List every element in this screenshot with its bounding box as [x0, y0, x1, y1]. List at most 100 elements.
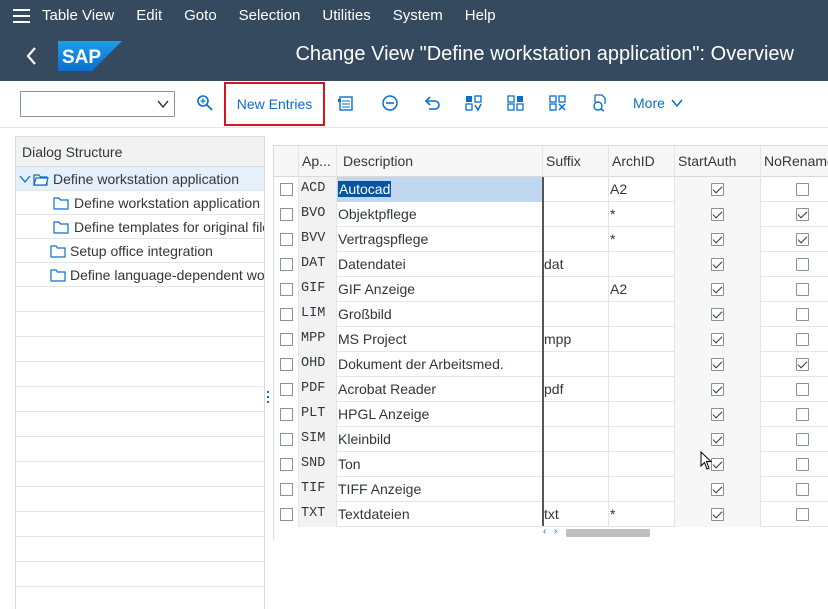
cell-description[interactable]: HPGL Anzeige — [337, 402, 543, 427]
cell-suffix[interactable]: pdf — [543, 377, 609, 402]
table-row[interactable]: PDF Acrobat Reader pdf — [274, 377, 828, 402]
row-select-checkbox[interactable] — [280, 408, 293, 421]
menu-goto[interactable]: Goto — [184, 0, 217, 31]
norename-checkbox[interactable] — [796, 508, 809, 521]
row-select-checkbox[interactable] — [280, 433, 293, 446]
cell-archid[interactable] — [609, 327, 675, 352]
cell-suffix[interactable] — [543, 302, 609, 327]
cell-description[interactable]: Ton — [337, 452, 543, 477]
norename-checkbox[interactable] — [796, 483, 809, 496]
table-row[interactable]: SIM Kleinbild — [274, 427, 828, 452]
cell-description[interactable]: Acrobat Reader — [337, 377, 543, 402]
column-header-norename[interactable]: NoRename — [761, 146, 828, 177]
startauth-checkbox[interactable] — [711, 208, 724, 221]
table-row[interactable]: PLT HPGL Anzeige — [274, 402, 828, 427]
scroll-right-icon[interactable]: › — [554, 527, 557, 537]
row-select-checkbox[interactable] — [280, 383, 293, 396]
startauth-checkbox[interactable] — [711, 183, 724, 196]
menu-table-view[interactable]: Table View — [42, 0, 114, 31]
row-selector[interactable] — [274, 277, 299, 302]
row-selector[interactable] — [274, 502, 299, 527]
menu-edit[interactable]: Edit — [136, 0, 162, 31]
row-selector[interactable] — [274, 402, 299, 427]
startauth-checkbox[interactable] — [711, 383, 724, 396]
row-select-checkbox[interactable] — [280, 258, 293, 271]
row-selector[interactable] — [274, 427, 299, 452]
row-select-checkbox[interactable] — [280, 458, 293, 471]
details-icon[interactable] — [337, 93, 357, 113]
cell-archid[interactable] — [609, 352, 675, 377]
cell-archid[interactable] — [609, 427, 675, 452]
cell-description[interactable]: Großbild — [337, 302, 543, 327]
cell-description[interactable]: Textdateien — [337, 502, 543, 527]
command-field[interactable] — [20, 91, 175, 117]
cell-description[interactable]: MS Project — [337, 327, 543, 352]
row-select-checkbox[interactable] — [280, 283, 293, 296]
startauth-checkbox[interactable] — [711, 508, 724, 521]
cell-suffix[interactable]: txt — [543, 502, 609, 527]
minus-circle-icon[interactable] — [380, 93, 400, 113]
cell-archid[interactable]: * — [609, 502, 675, 527]
startauth-checkbox[interactable] — [711, 483, 724, 496]
norename-checkbox[interactable] — [796, 333, 809, 346]
row-select-checkbox[interactable] — [280, 483, 293, 496]
row-selector[interactable] — [274, 352, 299, 377]
tree-item-language-dependent[interactable]: Define language-dependent wor — [16, 263, 264, 287]
print-preview-icon[interactable] — [590, 93, 610, 113]
norename-checkbox[interactable] — [796, 458, 809, 471]
row-select-checkbox[interactable] — [280, 508, 293, 521]
cell-description[interactable]: Dokument der Arbeitsmed. — [337, 352, 543, 377]
cell-suffix[interactable] — [543, 427, 609, 452]
cell-archid[interactable] — [609, 402, 675, 427]
menu-help[interactable]: Help — [465, 0, 496, 31]
row-selector[interactable] — [274, 327, 299, 352]
select-all-column-header[interactable] — [274, 146, 299, 177]
cell-description[interactable]: Vertragspflege — [337, 227, 543, 252]
cell-suffix[interactable]: mpp — [543, 327, 609, 352]
select-all-icon[interactable] — [464, 93, 484, 113]
magnifier-icon[interactable] — [195, 93, 215, 113]
undo-icon[interactable] — [422, 93, 442, 113]
row-selector[interactable] — [274, 227, 299, 252]
row-selector[interactable] — [274, 177, 299, 202]
norename-checkbox[interactable] — [796, 358, 809, 371]
row-select-checkbox[interactable] — [280, 308, 293, 321]
column-header-description[interactable]: Description — [337, 146, 543, 177]
table-row[interactable]: SND Ton — [274, 452, 828, 477]
cell-suffix[interactable] — [543, 352, 609, 377]
startauth-checkbox[interactable] — [711, 333, 724, 346]
more-button[interactable]: More — [633, 95, 683, 111]
table-row[interactable]: TIF TIFF Anzeige — [274, 477, 828, 502]
row-selector[interactable] — [274, 202, 299, 227]
norename-checkbox[interactable] — [796, 383, 809, 396]
menu-utilities[interactable]: Utilities — [322, 0, 370, 31]
cell-suffix[interactable] — [543, 452, 609, 477]
deselect-all-icon[interactable] — [548, 93, 568, 113]
row-selector[interactable] — [274, 302, 299, 327]
tree-item-define-workstation-application[interactable]: Define workstation application — [16, 167, 264, 191]
cell-description[interactable]: GIF Anzeige — [337, 277, 543, 302]
startauth-checkbox[interactable] — [711, 358, 724, 371]
expand-arrow-icon[interactable] — [19, 173, 31, 185]
menu-system[interactable]: System — [393, 0, 443, 31]
norename-checkbox[interactable] — [796, 183, 809, 196]
row-selector[interactable] — [274, 252, 299, 277]
cell-description[interactable]: TIFF Anzeige — [337, 477, 543, 502]
tree-item-workstation-application-in[interactable]: Define workstation application in — [16, 191, 264, 215]
horizontal-scrollbar[interactable]: ‹ › — [543, 527, 828, 538]
cell-archid[interactable]: A2 — [609, 277, 675, 302]
cell-description[interactable]: Objektpflege — [337, 202, 543, 227]
cell-archid[interactable] — [609, 477, 675, 502]
norename-checkbox[interactable] — [796, 433, 809, 446]
back-button[interactable] — [20, 43, 44, 69]
cell-description[interactable]: Kleinbild — [337, 427, 543, 452]
table-row[interactable]: MPP MS Project mpp — [274, 327, 828, 352]
row-select-checkbox[interactable] — [280, 208, 293, 221]
table-row[interactable]: BVO Objektpflege * — [274, 202, 828, 227]
row-selector[interactable] — [274, 477, 299, 502]
column-header-startauth[interactable]: StartAuth — [675, 146, 761, 177]
table-row[interactable]: DAT Datendatei dat — [274, 252, 828, 277]
startauth-checkbox[interactable] — [711, 408, 724, 421]
new-entries-button[interactable]: New Entries — [224, 82, 325, 126]
hamburger-menu-icon[interactable] — [0, 0, 42, 31]
